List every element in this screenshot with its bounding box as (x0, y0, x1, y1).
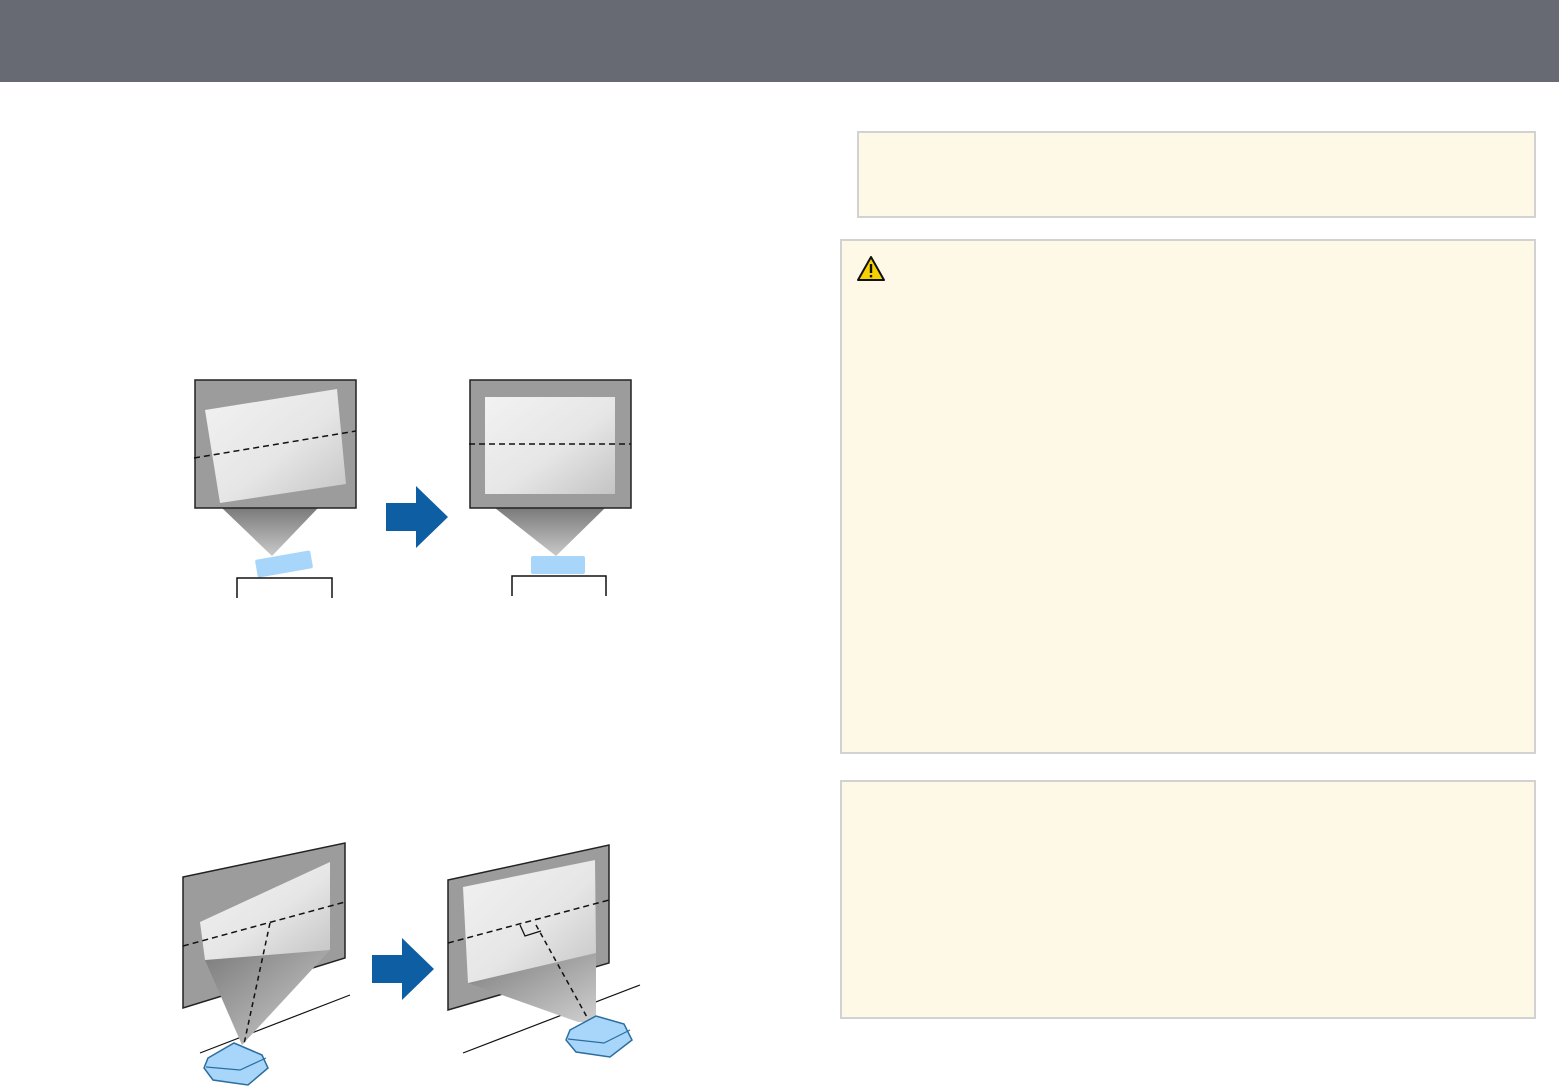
arrow-right-icon (372, 938, 434, 1000)
note-box-top (857, 131, 1536, 218)
projector-icon (531, 556, 585, 574)
arrow-right-icon (386, 486, 448, 548)
screen-perpendicular-after (447, 844, 641, 1058)
projector-icon (203, 1042, 269, 1086)
screen-tilted-before (193, 379, 357, 598)
figure-level-adjust (193, 379, 632, 598)
warning-triangle-icon (857, 256, 885, 281)
warning-box (840, 239, 1536, 754)
note-box-bottom (840, 780, 1536, 1019)
screen-angled-before (182, 842, 351, 1086)
illustrations (182, 379, 641, 1086)
screen-level-after (469, 379, 632, 596)
projector-icon (565, 1015, 633, 1058)
projector-icon (255, 550, 313, 578)
figure-perpendicular (182, 842, 641, 1086)
